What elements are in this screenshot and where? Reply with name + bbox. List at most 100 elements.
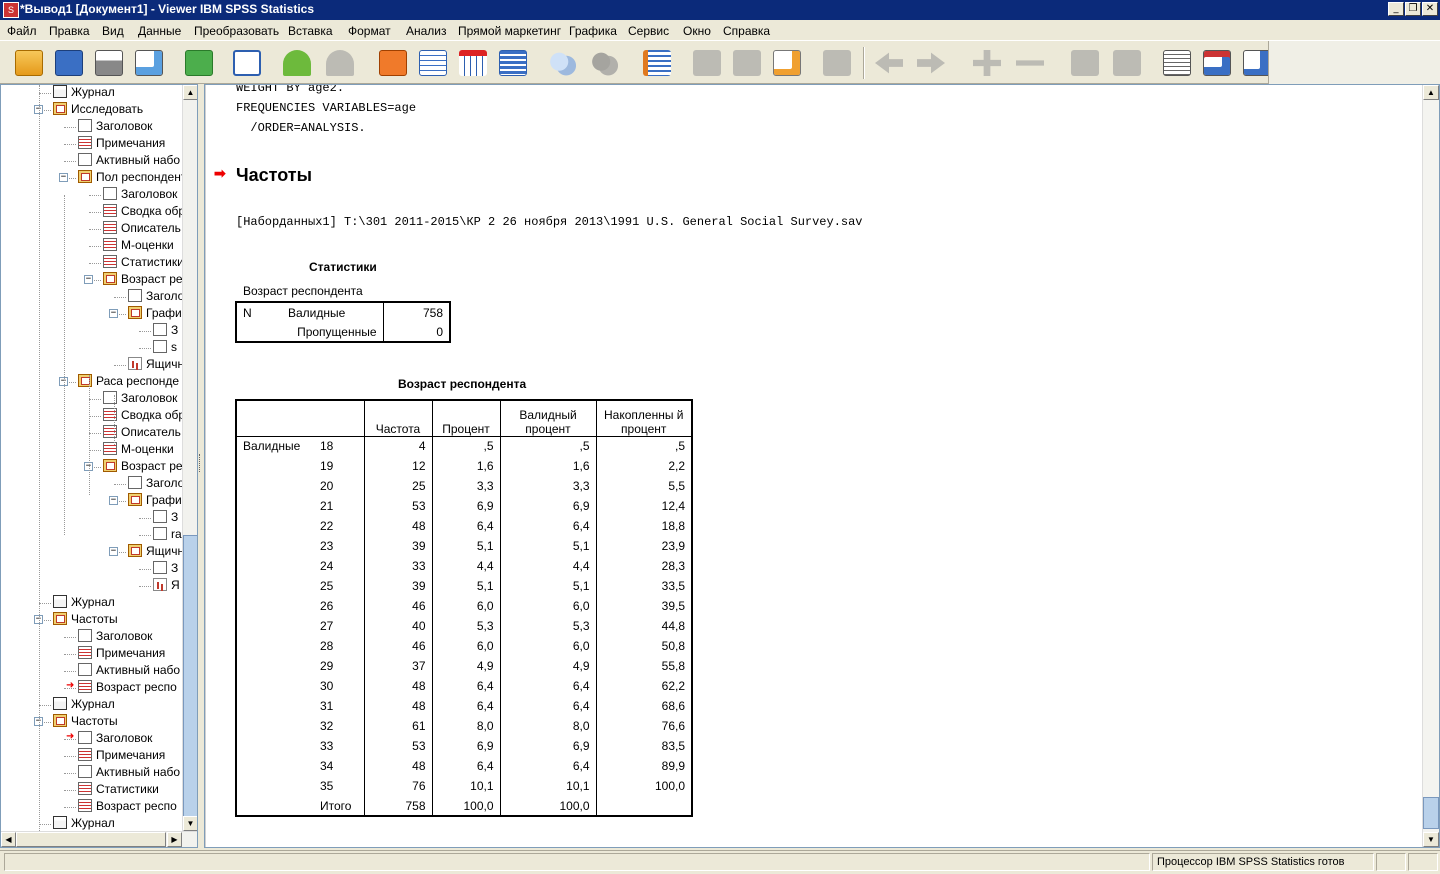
- menu-graphs[interactable]: Графика: [569, 22, 617, 40]
- outline-item[interactable]: Исследовать: [53, 101, 143, 118]
- output-scroll-thumb[interactable]: [1423, 797, 1439, 829]
- outline-item[interactable]: Возраст респо: [78, 679, 177, 696]
- outline-item[interactable]: З: [153, 560, 178, 577]
- collapse-toggle-icon[interactable]: −: [109, 547, 118, 556]
- restore-button[interactable]: ❐: [1405, 2, 1421, 16]
- outline-item[interactable]: Журнал: [53, 696, 115, 713]
- outline-item[interactable]: Примечания: [78, 645, 165, 662]
- scroll-up-arrow-icon[interactable]: ▲: [183, 85, 197, 100]
- outline-item[interactable]: Примечания: [78, 747, 165, 764]
- outline-item[interactable]: Сводка обр: [103, 203, 183, 220]
- promote-button[interactable]: [872, 47, 906, 79]
- outline-vertical-scrollbar[interactable]: ▲ ▼: [182, 85, 197, 831]
- collapse-toggle-icon[interactable]: −: [84, 275, 93, 284]
- outline-item[interactable]: Пол респондент: [78, 169, 183, 186]
- expand-button[interactable]: [970, 47, 1004, 79]
- output-scroll-down-arrow-icon[interactable]: ▼: [1423, 832, 1439, 847]
- goto-data-button[interactable]: [376, 47, 410, 79]
- outline-item[interactable]: Активный набо: [78, 764, 180, 781]
- outline-item[interactable]: Возраст ре: [103, 458, 183, 475]
- outline-item[interactable]: Примечания: [78, 135, 165, 152]
- output-vertical-scrollbar[interactable]: ▲ ▼: [1422, 85, 1439, 847]
- outline-item[interactable]: З: [153, 322, 178, 339]
- hide-button[interactable]: [587, 47, 621, 79]
- outline-item[interactable]: З: [153, 509, 178, 526]
- outline-item[interactable]: Заголовок: [103, 186, 177, 203]
- goto-case-button[interactable]: [416, 47, 450, 79]
- print-button[interactable]: [92, 47, 126, 79]
- demote-button[interactable]: [914, 47, 948, 79]
- undo-button[interactable]: [280, 47, 314, 79]
- menu-utilities[interactable]: Сервис: [628, 22, 669, 40]
- menu-window[interactable]: Окно: [683, 22, 711, 40]
- outline-item[interactable]: Возраст респо: [78, 798, 177, 815]
- outline-item[interactable]: Графи: [128, 492, 182, 509]
- collapse-toggle-icon[interactable]: −: [59, 173, 68, 182]
- outline-item[interactable]: Журнал: [53, 815, 115, 831]
- insert-title-button[interactable]: [730, 47, 764, 79]
- variables-button[interactable]: [496, 47, 530, 79]
- outline-item[interactable]: Заголо: [128, 475, 183, 492]
- statistics-table[interactable]: N Валидные 758 Пропущенные 0: [235, 301, 451, 343]
- show-all-button[interactable]: [545, 47, 579, 79]
- menu-view[interactable]: Вид: [102, 22, 124, 40]
- outline-hscroll-thumb[interactable]: [16, 832, 166, 847]
- insert-text-button[interactable]: [770, 47, 804, 79]
- open-button[interactable]: [12, 47, 46, 79]
- export-button[interactable]: [182, 47, 216, 79]
- scroll-left-arrow-icon[interactable]: ◀: [1, 832, 16, 847]
- outline-item[interactable]: Заголовок: [78, 118, 152, 135]
- outline-item[interactable]: Журнал: [53, 594, 115, 611]
- outline-item[interactable]: Частоты: [53, 611, 118, 628]
- minimize-button[interactable]: _: [1388, 2, 1404, 16]
- print-preview-button[interactable]: [132, 47, 166, 79]
- outline-item[interactable]: Заголовок: [78, 730, 152, 747]
- designate-window-button[interactable]: [640, 47, 674, 79]
- create-edit-button[interactable]: [1200, 47, 1234, 79]
- output-heading[interactable]: Частоты: [236, 165, 312, 186]
- outline-horizontal-scrollbar[interactable]: ◀ ▶: [1, 831, 197, 847]
- outline-item[interactable]: s: [153, 339, 177, 356]
- splitter-grip[interactable]: [199, 454, 202, 472]
- outline-item[interactable]: Заголовок: [78, 628, 152, 645]
- scroll-down-arrow-icon[interactable]: ▼: [183, 816, 197, 831]
- outline-item[interactable]: Сводка обр: [103, 407, 183, 424]
- outline-item[interactable]: Активный набо: [78, 152, 180, 169]
- scroll-right-arrow-icon[interactable]: ▶: [167, 832, 182, 847]
- menu-edit[interactable]: Правка: [49, 22, 90, 40]
- collapse-button[interactable]: [1013, 47, 1047, 79]
- outline-item[interactable]: ra: [153, 526, 182, 543]
- outline-item[interactable]: Описатель: [103, 220, 181, 237]
- outline-item[interactable]: Заголо: [128, 288, 183, 305]
- outline-item[interactable]: Частоты: [53, 713, 118, 730]
- frequency-table[interactable]: Частота Процент Валидный процент Накопле…: [235, 399, 693, 817]
- outline-item[interactable]: Журнал: [53, 85, 115, 101]
- insert-image-button[interactable]: [820, 47, 854, 79]
- show-button[interactable]: [1068, 47, 1102, 79]
- menu-format[interactable]: Формат: [348, 22, 391, 40]
- menu-file[interactable]: Файл: [7, 22, 37, 40]
- hide-item-button[interactable]: [1110, 47, 1144, 79]
- goto-variable-button[interactable]: [456, 47, 490, 79]
- outline-item[interactable]: Возраст ре: [103, 271, 183, 288]
- menu-direct-marketing[interactable]: Прямой маркетинг: [458, 22, 561, 40]
- outline-scroll-thumb[interactable]: [183, 535, 197, 830]
- outline-item[interactable]: Статистики: [78, 781, 159, 798]
- outline-item[interactable]: Статистики: [103, 254, 183, 271]
- menu-transform[interactable]: Преобразовать: [194, 22, 279, 40]
- select-last-output-button[interactable]: [1160, 47, 1194, 79]
- outline-item[interactable]: Графи: [128, 305, 182, 322]
- outline-item[interactable]: Ящичн: [128, 356, 183, 373]
- collapse-toggle-icon[interactable]: −: [109, 496, 118, 505]
- outline-item[interactable]: Я: [153, 577, 180, 594]
- save-button[interactable]: [52, 47, 86, 79]
- close-button[interactable]: ✕: [1422, 2, 1438, 16]
- menu-data[interactable]: Данные: [138, 22, 181, 40]
- recall-dialog-button[interactable]: [230, 47, 264, 79]
- menu-analyze[interactable]: Анализ: [406, 22, 447, 40]
- outline-item[interactable]: Ящичн: [128, 543, 183, 560]
- output-scroll-up-arrow-icon[interactable]: ▲: [1423, 85, 1439, 100]
- redo-button[interactable]: [323, 47, 357, 79]
- outline-item[interactable]: Раса респонде: [78, 373, 179, 390]
- outline-item[interactable]: Активный набо: [78, 662, 180, 679]
